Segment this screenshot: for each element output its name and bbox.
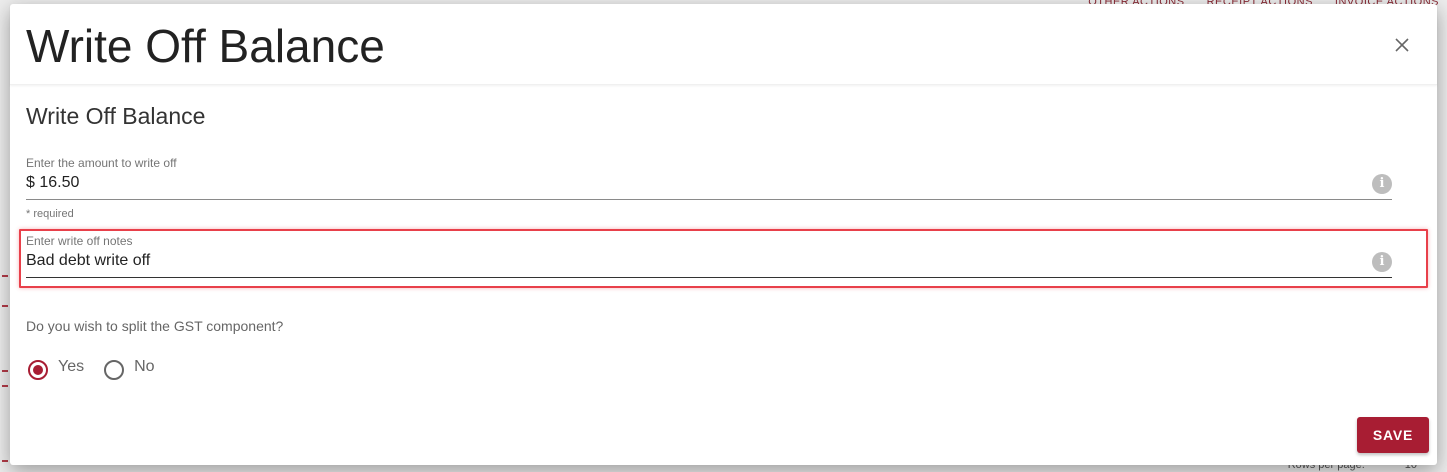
background-row-markers	[0, 80, 10, 472]
rows-per-page-value: 10	[1404, 464, 1417, 471]
radio-unchecked-icon	[104, 360, 125, 380]
write-off-dialog: Write Off Balance Write Off Balance Ente…	[10, 4, 1437, 465]
close-icon	[1395, 38, 1409, 52]
amount-input[interactable]	[26, 173, 1366, 193]
section-title: Write Off Balance	[26, 103, 206, 129]
gst-radio-no[interactable]: No	[104, 354, 155, 380]
notes-field-underline	[26, 277, 1392, 278]
close-button[interactable]	[1389, 32, 1415, 58]
dialog-header: Write Off Balance	[10, 4, 1437, 85]
amount-field-label: Enter the amount to write off	[26, 156, 177, 170]
info-icon[interactable]: i	[1372, 252, 1392, 272]
amount-field-underline	[26, 199, 1392, 200]
notes-field-label: Enter write off notes	[26, 234, 133, 248]
gst-radio-yes[interactable]: Yes	[28, 354, 84, 380]
save-button[interactable]: SAVE	[1357, 417, 1429, 453]
amount-field: Enter the amount to write off i	[26, 156, 1392, 202]
dialog-title: Write Off Balance	[26, 20, 385, 72]
radio-checked-icon	[28, 360, 48, 380]
radio-no-label: No	[134, 358, 155, 375]
amount-required-helper: * required	[26, 208, 74, 220]
notes-input[interactable]	[26, 251, 1366, 271]
gst-split-question: Do you wish to split the GST component?	[26, 318, 284, 334]
notes-field: Enter write off notes i	[26, 234, 1392, 280]
radio-yes-label: Yes	[58, 358, 85, 375]
background-pagination: Rows per page: 10	[1288, 464, 1417, 472]
rows-per-page-label: Rows per page:	[1287, 464, 1365, 471]
info-icon[interactable]: i	[1372, 174, 1392, 194]
gst-radio-group: Yes No	[28, 354, 155, 380]
